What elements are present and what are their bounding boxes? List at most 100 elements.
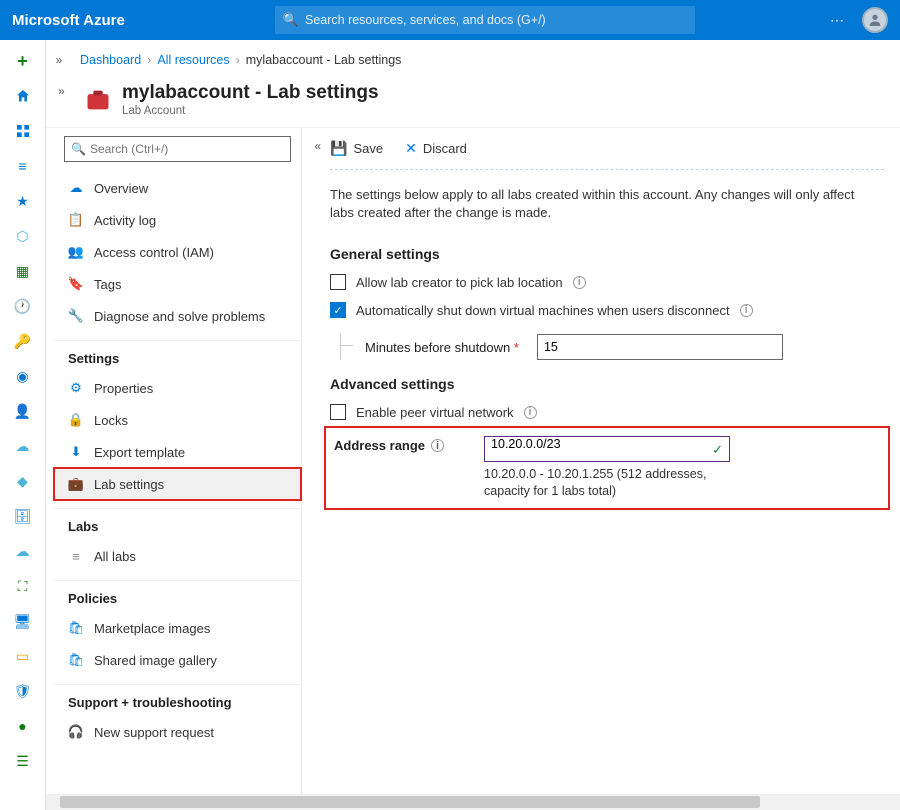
sidebar-group-policies: Policies bbox=[54, 580, 301, 612]
rail-cloud2-icon[interactable]: ☁ bbox=[12, 540, 34, 562]
page-subtitle: Lab Account bbox=[122, 105, 379, 117]
info-icon[interactable]: i bbox=[573, 276, 586, 289]
sidebar-item-diagnose[interactable]: 🔧 Diagnose and solve problems bbox=[54, 300, 301, 332]
minutes-label: Minutes before shutdown * bbox=[365, 340, 519, 355]
rail-home-icon[interactable] bbox=[12, 85, 34, 107]
sliders-icon: ⚙ bbox=[68, 380, 84, 396]
sidebar-item-all-labs[interactable]: ≡ All labs bbox=[54, 540, 301, 572]
rail-gauge-icon[interactable]: ◉ bbox=[12, 365, 34, 387]
rail-gem-icon[interactable]: ◆ bbox=[12, 470, 34, 492]
auto-shutdown-field: ✓ Automatically shut down virtual machin… bbox=[330, 302, 884, 318]
rail-user-icon[interactable]: 👤 bbox=[12, 400, 34, 422]
auto-shutdown-checkbox[interactable]: ✓ bbox=[330, 302, 346, 318]
sidebar-item-marketplace-images[interactable]: 🛍 Marketplace images bbox=[54, 612, 301, 644]
sidebar-group-support: Support + troubleshooting bbox=[54, 684, 301, 716]
rail-clock-icon[interactable]: 🕐 bbox=[12, 295, 34, 317]
sidebar-item-locks[interactable]: 🔒 Locks bbox=[54, 404, 301, 436]
sidebar-item-tags[interactable]: 🔖Tags bbox=[54, 268, 301, 300]
rail-expand-icon[interactable]: » bbox=[46, 40, 72, 80]
breadcrumb-all-resources[interactable]: All resources bbox=[157, 53, 229, 67]
sidebar-item-properties[interactable]: ⚙ Properties bbox=[54, 372, 301, 404]
shutdown-minutes-block: Minutes before shutdown * bbox=[340, 334, 884, 360]
avatar[interactable] bbox=[862, 7, 888, 33]
rail-list-icon[interactable]: ≡ bbox=[12, 155, 34, 177]
search-icon: 🔍 bbox=[71, 142, 86, 156]
rail-grid-icon[interactable]: ▦ bbox=[12, 260, 34, 282]
sidebar-item-label: Shared image gallery bbox=[94, 653, 217, 668]
sidebar-item-overview[interactable]: ☁ Overview bbox=[54, 172, 301, 204]
left-rail: + ≡ ★ ⬡ ▦ 🕐 🔑 ◉ 👤 ☁ ◆ 🗄 ☁ ⛶ 🖥 ▭ 🛡 ● ☰ bbox=[0, 40, 46, 810]
breadcrumb-current: mylabaccount - Lab settings bbox=[246, 53, 402, 67]
cloud-icon: ☁ bbox=[68, 180, 84, 196]
rail-star-icon[interactable]: ★ bbox=[12, 190, 34, 212]
rail-cube-icon[interactable]: ⬡ bbox=[12, 225, 34, 247]
rail-dashboard-icon[interactable] bbox=[12, 120, 34, 142]
sidebar-group-labs: Labs bbox=[54, 508, 301, 540]
peer-vnet-checkbox[interactable] bbox=[330, 404, 346, 420]
sidebar-item-label: Properties bbox=[94, 381, 153, 396]
bag-icon: 🛍 bbox=[68, 620, 84, 636]
general-settings-head: General settings bbox=[330, 246, 884, 262]
sidebar: 🔍 « ☁Overview 📋Activity log 👥Access cont… bbox=[54, 128, 302, 810]
sidebar-item-lab-settings[interactable]: 💼Lab settings bbox=[54, 468, 301, 500]
sidebar-item-label: Overview bbox=[94, 181, 148, 196]
sidebar-item-label: Locks bbox=[94, 413, 128, 428]
rail-net-icon[interactable]: ⛶ bbox=[12, 575, 34, 597]
sidebar-item-new-support-request[interactable]: 🎧New support request bbox=[54, 716, 301, 748]
sidebar-group-settings: Settings bbox=[54, 340, 301, 372]
lock-icon: 🔒 bbox=[68, 412, 84, 428]
global-search[interactable]: 🔍 bbox=[275, 6, 695, 34]
sidebar-item-export-template[interactable]: ⬇ Export template bbox=[54, 436, 301, 468]
rail-db-icon[interactable]: 🗄 bbox=[12, 505, 34, 527]
sidebar-item-label: Diagnose and solve problems bbox=[94, 309, 265, 324]
breadcrumb-dashboard[interactable]: Dashboard bbox=[80, 53, 141, 67]
people-icon: 👥 bbox=[68, 244, 84, 260]
scrollbar-thumb[interactable] bbox=[60, 796, 760, 808]
rail-add-icon[interactable]: + bbox=[12, 50, 34, 72]
page-header: mylabaccount - Lab settings Lab Account bbox=[46, 80, 900, 127]
sidebar-item-label: Marketplace images bbox=[94, 621, 210, 636]
toolbar: 💾 Save ✕ Discard bbox=[330, 128, 884, 170]
info-icon[interactable]: i bbox=[524, 406, 537, 419]
sidebar-item-shared-image-gallery[interactable]: 🛍 Shared image gallery bbox=[54, 644, 301, 676]
discard-label: Discard bbox=[423, 141, 467, 156]
check-icon: ✓ bbox=[712, 442, 723, 458]
peer-vnet-field: Enable peer virtual network i bbox=[330, 404, 884, 420]
sidebar-item-activity-log[interactable]: 📋Activity log bbox=[54, 204, 301, 236]
minutes-input[interactable] bbox=[537, 334, 783, 360]
save-label: Save bbox=[353, 141, 383, 156]
save-icon: 💾 bbox=[330, 140, 347, 157]
rail-bars-icon[interactable]: ☰ bbox=[12, 750, 34, 772]
save-button[interactable]: 💾 Save bbox=[330, 140, 383, 157]
address-range-input[interactable]: 10.20.0.0/23 ✓ bbox=[484, 436, 730, 462]
address-range-value: 10.20.0.0/23 bbox=[491, 437, 561, 451]
global-search-input[interactable] bbox=[305, 13, 687, 27]
export-icon: ⬇ bbox=[68, 444, 84, 460]
address-range-label: Address range i bbox=[334, 438, 444, 453]
info-icon[interactable]: i bbox=[431, 439, 444, 452]
rail-dot-icon[interactable]: ● bbox=[12, 715, 34, 737]
rail-cloud-icon[interactable]: ☁ bbox=[12, 435, 34, 457]
wrench-icon: 🔧 bbox=[68, 308, 84, 324]
rail-shield-icon[interactable]: 🛡 bbox=[12, 680, 34, 702]
sidebar-item-access-control[interactable]: 👥Access control (IAM) bbox=[54, 236, 301, 268]
lab-account-icon bbox=[84, 86, 112, 114]
list-icon: ≡ bbox=[68, 548, 84, 564]
blade-expand-icon[interactable]: » bbox=[58, 84, 65, 98]
sidebar-item-label: New support request bbox=[94, 725, 214, 740]
close-icon: ✕ bbox=[405, 140, 417, 157]
discard-button[interactable]: ✕ Discard bbox=[405, 140, 467, 157]
more-icon[interactable]: ⋯ bbox=[830, 12, 846, 29]
sidebar-search[interactable]: 🔍 bbox=[64, 136, 291, 162]
sidebar-item-label: All labs bbox=[94, 549, 136, 564]
allow-location-checkbox[interactable] bbox=[330, 274, 346, 290]
sidebar-item-label: Export template bbox=[94, 445, 185, 460]
rail-app-icon[interactable]: ▭ bbox=[12, 645, 34, 667]
sidebar-search-input[interactable] bbox=[90, 142, 284, 156]
info-icon[interactable]: i bbox=[740, 304, 753, 317]
rail-vm-icon[interactable]: 🖥 bbox=[12, 610, 34, 632]
rail-key-icon[interactable]: 🔑 bbox=[12, 330, 34, 352]
bag-icon: 🛍 bbox=[68, 652, 84, 668]
horizontal-scrollbar[interactable] bbox=[46, 794, 900, 810]
auto-shutdown-label: Automatically shut down virtual machines… bbox=[356, 303, 730, 318]
